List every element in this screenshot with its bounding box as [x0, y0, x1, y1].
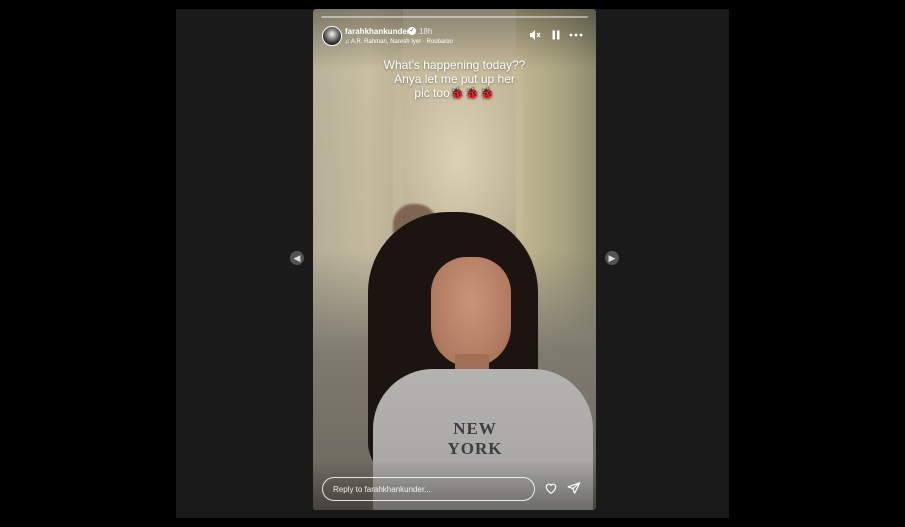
- send-button[interactable]: [567, 481, 581, 500]
- music-label: A.R. Rahman, Naresh Iyer · Roobaroo: [350, 39, 453, 45]
- story-username[interactable]: farahkhankunder: [345, 27, 410, 36]
- chevron-right-icon: ▶: [608, 253, 616, 263]
- avatar[interactable]: [322, 26, 342, 46]
- more-horizontal-icon: [569, 33, 583, 37]
- verified-badge-icon: ✓: [408, 27, 416, 35]
- send-icon: [567, 482, 581, 494]
- reply-input[interactable]: [322, 477, 535, 501]
- mute-button[interactable]: [529, 29, 541, 44]
- pause-icon: [552, 30, 560, 40]
- story-progress-bar: [321, 16, 588, 18]
- shirt-print-text: NEW YORK: [447, 419, 503, 458]
- story-timestamp: 18h: [419, 27, 433, 36]
- caption-line: pic too🐞🐞🐞: [414, 86, 495, 100]
- caption-line: Anya let me put up her: [394, 72, 515, 86]
- like-button[interactable]: [544, 481, 558, 500]
- music-info[interactable]: ♫ A.R. Rahman, Naresh Iyer · Roobaroo: [345, 39, 453, 45]
- story-caption: What's happening today?? Anya let me put…: [313, 58, 596, 100]
- story-card[interactable]: NEW YORK farahkhankunder ✓ 18h ♫ A.R. Ra…: [313, 9, 596, 510]
- next-story-button[interactable]: ▶: [605, 251, 619, 265]
- speaker-muted-icon: [530, 30, 541, 40]
- more-options-button[interactable]: [569, 29, 583, 44]
- pause-button[interactable]: [550, 29, 562, 44]
- previous-story-button[interactable]: ◀: [290, 251, 304, 265]
- chevron-left-icon: ◀: [293, 253, 301, 263]
- caption-line: What's happening today??: [383, 58, 526, 72]
- heart-icon: [545, 483, 557, 494]
